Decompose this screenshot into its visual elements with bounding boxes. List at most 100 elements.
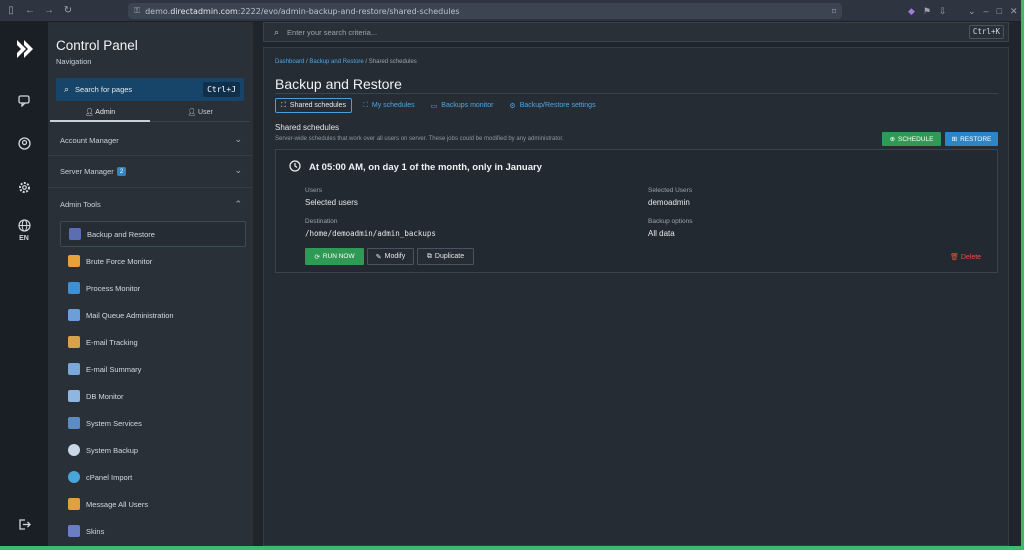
extension-flag-icon[interactable]: ⚑ <box>923 6 931 17</box>
tab-backups-monitor[interactable]: ▭ Backups monitor <box>426 98 499 113</box>
monitor-icon: ▭ <box>430 102 438 110</box>
users-label: Users <box>305 187 322 194</box>
tabs-menu-icon[interactable]: ⌄ <box>968 6 976 17</box>
chevron-up-icon: ⌃ <box>234 199 242 209</box>
restore-button[interactable]: ⊞ RESTORE <box>945 132 998 146</box>
run-now-button[interactable]: ⟳ RUN NOW <box>305 248 364 265</box>
sidebar-item-backup-and-restore[interactable]: Backup and Restore <box>60 221 246 247</box>
section-label: Admin Tools <box>60 200 101 209</box>
language-label[interactable]: EN <box>0 235 48 242</box>
close-icon[interactable]: ✕ <box>1010 6 1018 17</box>
user-icon: 👤︎ <box>187 109 199 116</box>
skins-icon <box>68 525 80 537</box>
sidebar-item-process-monitor[interactable]: Process Monitor <box>60 275 246 301</box>
divider <box>275 93 998 94</box>
tab-label: Backups monitor <box>441 102 494 109</box>
sidebar-item-skins[interactable]: Skins <box>60 518 246 544</box>
forward-icon[interactable]: → <box>41 3 57 19</box>
breadcrumb-dashboard[interactable]: Dashboard <box>275 59 304 65</box>
email-tracking-icon <box>68 336 80 348</box>
sidebar-item-label: Process Monitor <box>86 283 141 293</box>
funnel-icon <box>68 255 80 267</box>
settings-gear-icon[interactable] <box>17 180 31 194</box>
address-bar[interactable]: ⚿ demo. directadmin.com:2222/evo/admin-ba… <box>128 3 842 19</box>
section-label: Server Manager <box>60 167 114 176</box>
extensions-area: ◆ ⚑ ⇩ <box>908 3 947 19</box>
account-icon[interactable] <box>17 136 31 150</box>
tab-admin[interactable]: 👤︎ Admin <box>50 105 150 122</box>
site-info-icon[interactable]: ⚿ <box>134 6 140 16</box>
sidebar-item-label: Message All Users <box>86 499 149 509</box>
duplicate-label: Duplicate <box>434 253 465 260</box>
browser-toolbar: ▯ ← → ↻ ⚿ demo. directadmin.com:2222/evo/… <box>0 0 1021 22</box>
users-value: Selected users <box>305 198 358 207</box>
url-path: :2222/evo/admin-backup-and-restore/share… <box>237 6 460 16</box>
tab-user[interactable]: 👤︎ User <box>150 105 250 122</box>
duplicate-button[interactable]: ⧉ Duplicate <box>417 248 474 265</box>
window-controls: ⌄ – □ ✕ <box>968 3 1018 19</box>
sidebar-item-mail-queue-administration[interactable]: Mail Queue Administration <box>60 302 246 328</box>
sidebar-item-system-services[interactable]: System Services <box>60 410 246 436</box>
extension-icon[interactable]: ◆ <box>908 6 915 17</box>
delete-button[interactable]: 🗑︎ Delete <box>950 253 981 261</box>
page-search-button[interactable]: ⌕ Search for pages Ctrl+J <box>56 78 244 101</box>
sidebar-item-brute-force-monitor[interactable]: Brute Force Monitor <box>60 248 246 274</box>
maximize-icon[interactable]: □ <box>997 6 1002 16</box>
copy-icon: ⧉ <box>426 252 432 260</box>
sidebar-item-system-backup[interactable]: System Backup <box>60 437 246 463</box>
reload-icon[interactable]: ↻ <box>60 3 76 19</box>
global-search-input[interactable]: ⌕ Enter your search criteria... Ctrl+K <box>263 22 1009 42</box>
downloads-icon[interactable]: ⇩ <box>939 6 947 17</box>
chevron-down-icon: ⌄ <box>234 134 242 144</box>
section-server-manager[interactable]: Server Manager 2 ⌄ <box>60 165 242 176</box>
modify-button[interactable]: ✎ Modify <box>367 248 414 265</box>
tab-label: My schedules <box>371 102 415 109</box>
pencil-icon: ✎ <box>375 253 382 261</box>
run-now-label: RUN NOW <box>322 253 355 260</box>
messages-icon[interactable] <box>17 93 31 107</box>
bookmark-icon[interactable]: ⌑ <box>832 7 836 16</box>
trash-icon: 🗑︎ <box>950 254 961 261</box>
back-icon[interactable]: ← <box>22 3 38 19</box>
content-panel: Dashboard / Backup and Restore / Shared … <box>263 47 1009 546</box>
minimize-icon[interactable]: – <box>984 6 989 16</box>
settings-gear-icon: ⚙ <box>509 102 516 110</box>
section-admin-tools[interactable]: Admin Tools ⌃ <box>60 199 242 209</box>
directadmin-logo-icon[interactable] <box>14 38 36 60</box>
breadcrumb-current: Shared schedules <box>368 59 417 65</box>
tab-my-schedules[interactable]: ⛶ My schedules <box>358 98 420 113</box>
global-search-shortcut: Ctrl+K <box>968 25 1004 39</box>
schedule-time: At 05:00 AM, on day 1 of the month, only… <box>289 160 542 175</box>
destination-value: /home/demoadmin/admin_backups <box>305 229 436 238</box>
backup-restore-icon <box>69 228 81 240</box>
tab-backup-restore-settings[interactable]: ⚙ Backup/Restore settings <box>504 98 600 113</box>
logout-icon[interactable] <box>17 517 31 531</box>
breadcrumb-backup-and-restore[interactable]: Backup and Restore <box>309 59 363 65</box>
sidebar-item-db-monitor[interactable]: DB Monitor <box>60 383 246 409</box>
tab-label: Backup/Restore settings <box>519 102 596 109</box>
page-tabs: ⛶ Shared schedules ⛶ My schedules ▭ Backups… <box>275 98 601 113</box>
restore-icon: ⊞ <box>951 136 958 143</box>
schedule-button[interactable]: ⊕ SCHEDULE <box>882 132 941 146</box>
sidebar-item-email-tracking[interactable]: E-mail Tracking <box>60 329 246 355</box>
admin-icon: 👤︎ <box>84 109 96 116</box>
sidebar-item-message-all-users[interactable]: Message All Users <box>60 491 246 517</box>
section-account-manager[interactable]: Account Manager ⌄ <box>60 134 242 145</box>
sidebar-item-label: System Services <box>86 418 142 428</box>
language-globe-icon[interactable] <box>17 218 31 232</box>
sidebar-item-cpanel-import[interactable]: cPanel Import <box>60 464 246 490</box>
cpanel-import-icon <box>68 471 80 483</box>
destination-label: Destination <box>305 218 338 225</box>
sidebar-toggle-icon[interactable]: ▯ <box>3 3 19 19</box>
notification-badge: 2 <box>116 167 127 176</box>
clock-icon <box>289 160 301 175</box>
page-title: Backup and Restore <box>275 76 402 92</box>
tab-shared-schedules[interactable]: ⛶ Shared schedules <box>275 98 352 113</box>
app-window: ▯ ← → ↻ ⚿ demo. directadmin.com:2222/evo/… <box>0 0 1021 546</box>
selected-users-label: Selected Users <box>648 187 693 194</box>
refresh-icon: ⟳ <box>314 253 320 261</box>
database-monitor-icon <box>68 390 80 402</box>
sidebar-item-label: System Backup <box>86 445 139 455</box>
sidebar-item-email-summary[interactable]: E-mail Summary <box>60 356 246 382</box>
process-monitor-icon <box>68 282 80 294</box>
